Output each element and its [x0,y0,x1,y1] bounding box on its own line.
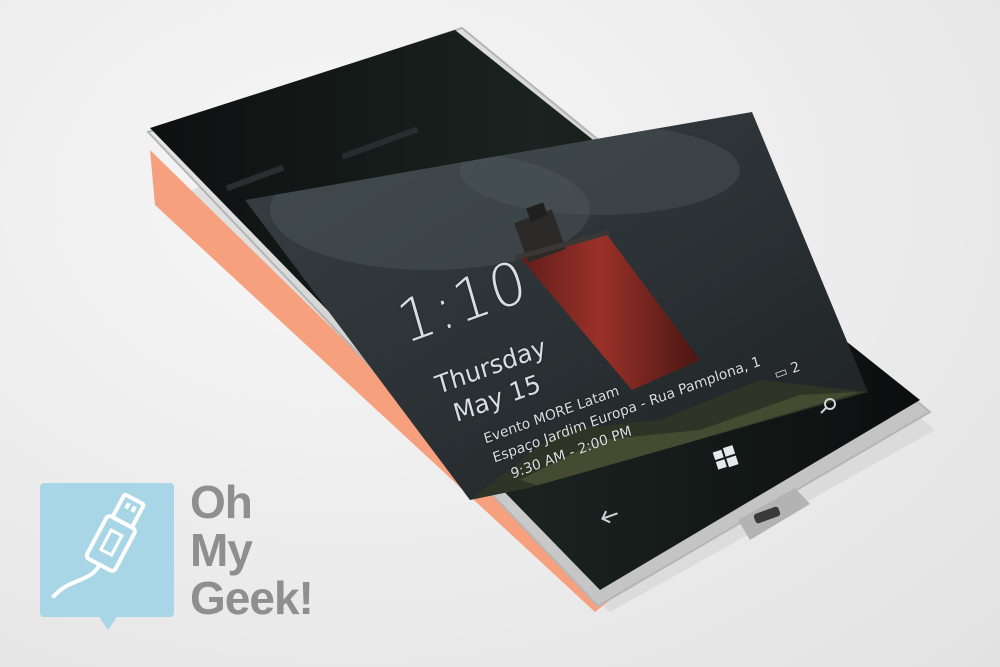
brand-line-my: My [190,524,253,576]
brand-line-geek: Geek! [190,572,314,624]
brand-wordmark: Oh My Geek! [190,476,314,624]
brand-line-oh: Oh [190,476,253,528]
usb-cable-icon [51,492,146,599]
